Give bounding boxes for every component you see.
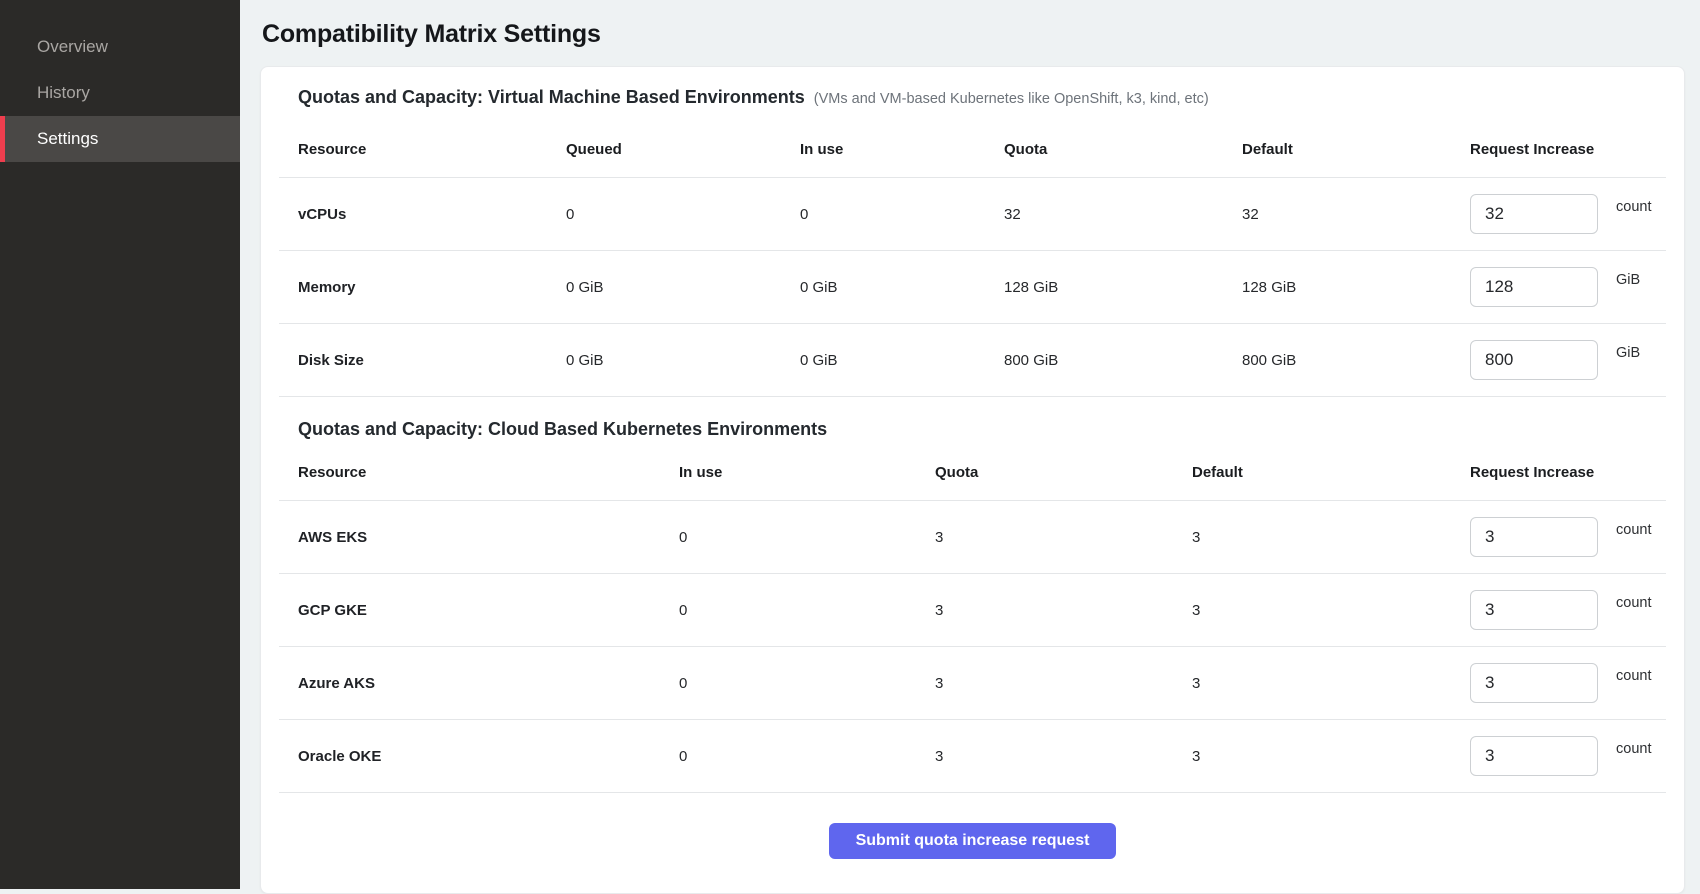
table-row-oracle-oke: Oracle OKE 0 3 3 count [279, 720, 1666, 793]
azure-aks-in-use-value: 0 [660, 675, 916, 692]
azure-aks-unit-label: count [1616, 668, 1651, 684]
vm-col-in-use: In use [781, 141, 985, 158]
oracle-oke-request-input[interactable] [1470, 736, 1598, 776]
memory-request-cell: GiB [1451, 267, 1666, 307]
sidebar-item-history[interactable]: History [0, 70, 240, 116]
vm-quota-table: Resource Queued In use Quota Default Req… [279, 122, 1666, 397]
vcpus-in-use-value: 0 [781, 206, 985, 223]
gcp-gke-resource-label: GCP GKE [279, 602, 660, 619]
quotas-card: Quotas and Capacity: Virtual Machine Bas… [260, 66, 1685, 894]
oracle-oke-in-use-value: 0 [660, 748, 916, 765]
vm-table-header-row: Resource Queued In use Quota Default Req… [279, 122, 1666, 178]
oracle-oke-unit-label: count [1616, 741, 1651, 757]
page-title: Compatibility Matrix Settings [262, 20, 1685, 49]
vm-section-title: Quotas and Capacity: Virtual Machine Bas… [298, 87, 805, 108]
vm-col-queued: Queued [547, 141, 781, 158]
k8s-col-resource: Resource [279, 464, 660, 481]
vm-col-request-increase: Request Increase [1451, 141, 1666, 158]
disk-queued-value: 0 GiB [547, 352, 781, 369]
k8s-quota-table: Resource In use Quota Default Request In… [279, 445, 1666, 793]
vm-section-header: Quotas and Capacity: Virtual Machine Bas… [279, 87, 1666, 108]
aws-eks-in-use-value: 0 [660, 529, 916, 546]
vcpus-request-input[interactable] [1470, 194, 1598, 234]
vcpus-queued-value: 0 [547, 206, 781, 223]
azure-aks-request-input[interactable] [1470, 663, 1598, 703]
aws-eks-request-cell: count [1451, 517, 1666, 557]
memory-quota-value: 128 GiB [985, 279, 1223, 296]
disk-request-cell: GiB [1451, 340, 1666, 380]
vm-section-subtitle: (VMs and VM-based Kubernetes like OpenSh… [814, 91, 1209, 107]
azure-aks-resource-label: Azure AKS [279, 675, 660, 692]
gcp-gke-quota-value: 3 [916, 602, 1173, 619]
disk-in-use-value: 0 GiB [781, 352, 985, 369]
vcpus-request-cell: count [1451, 194, 1666, 234]
memory-default-value: 128 GiB [1223, 279, 1451, 296]
disk-request-input[interactable] [1470, 340, 1598, 380]
vcpus-quota-value: 32 [985, 206, 1223, 223]
vcpus-unit-label: count [1616, 199, 1651, 215]
azure-aks-request-cell: count [1451, 663, 1666, 703]
table-row-vcpus: vCPUs 0 0 32 32 count [279, 178, 1666, 251]
table-row-aws-eks: AWS EKS 0 3 3 count [279, 501, 1666, 574]
table-row-gcp-gke: GCP GKE 0 3 3 count [279, 574, 1666, 647]
submit-quota-increase-button[interactable]: Submit quota increase request [829, 823, 1117, 859]
gcp-gke-request-input[interactable] [1470, 590, 1598, 630]
disk-unit-label: GiB [1616, 345, 1640, 361]
sidebar-item-history-label: History [37, 83, 90, 103]
gcp-gke-default-value: 3 [1173, 602, 1451, 619]
memory-request-input[interactable] [1470, 267, 1598, 307]
sidebar-item-settings-label: Settings [37, 129, 98, 149]
sidebar: Overview History Settings [0, 0, 240, 889]
table-row-disk-size: Disk Size 0 GiB 0 GiB 800 GiB 800 GiB Gi… [279, 324, 1666, 397]
azure-aks-quota-value: 3 [916, 675, 1173, 692]
memory-queued-value: 0 GiB [547, 279, 781, 296]
vm-col-resource: Resource [279, 141, 547, 158]
vm-col-default: Default [1223, 141, 1451, 158]
k8s-section-title: Quotas and Capacity: Cloud Based Kuberne… [298, 419, 827, 440]
sidebar-item-overview[interactable]: Overview [0, 24, 240, 70]
aws-eks-resource-label: AWS EKS [279, 529, 660, 546]
vcpus-default-value: 32 [1223, 206, 1451, 223]
disk-default-value: 800 GiB [1223, 352, 1451, 369]
aws-eks-default-value: 3 [1173, 529, 1451, 546]
table-row-azure-aks: Azure AKS 0 3 3 count [279, 647, 1666, 720]
sidebar-item-overview-label: Overview [37, 37, 108, 57]
k8s-col-quota: Quota [916, 464, 1173, 481]
oracle-oke-default-value: 3 [1173, 748, 1451, 765]
aws-eks-quota-value: 3 [916, 529, 1173, 546]
vcpus-resource-label: vCPUs [279, 206, 547, 223]
gcp-gke-request-cell: count [1451, 590, 1666, 630]
memory-unit-label: GiB [1616, 272, 1640, 288]
gcp-gke-in-use-value: 0 [660, 602, 916, 619]
memory-in-use-value: 0 GiB [781, 279, 985, 296]
aws-eks-unit-label: count [1616, 522, 1651, 538]
k8s-col-default: Default [1173, 464, 1451, 481]
gcp-gke-unit-label: count [1616, 595, 1651, 611]
submit-row: Submit quota increase request [279, 793, 1666, 877]
table-row-memory: Memory 0 GiB 0 GiB 128 GiB 128 GiB GiB [279, 251, 1666, 324]
k8s-col-in-use: In use [660, 464, 916, 481]
k8s-table-header-row: Resource In use Quota Default Request In… [279, 445, 1666, 501]
azure-aks-default-value: 3 [1173, 675, 1451, 692]
oracle-oke-quota-value: 3 [916, 748, 1173, 765]
vm-col-quota: Quota [985, 141, 1223, 158]
oracle-oke-request-cell: count [1451, 736, 1666, 776]
main-content: Compatibility Matrix Settings Quotas and… [240, 0, 1700, 889]
memory-resource-label: Memory [279, 279, 547, 296]
aws-eks-request-input[interactable] [1470, 517, 1598, 557]
k8s-col-request-increase: Request Increase [1451, 464, 1666, 481]
disk-resource-label: Disk Size [279, 352, 547, 369]
oracle-oke-resource-label: Oracle OKE [279, 748, 660, 765]
disk-quota-value: 800 GiB [985, 352, 1223, 369]
sidebar-item-settings[interactable]: Settings [0, 116, 240, 162]
k8s-section-header: Quotas and Capacity: Cloud Based Kuberne… [279, 419, 1666, 440]
